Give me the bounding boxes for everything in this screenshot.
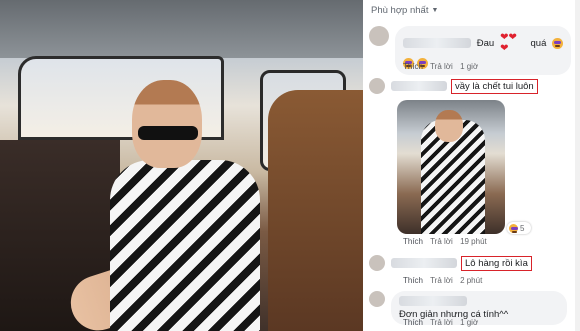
striped-outfit bbox=[110, 160, 260, 331]
timestamp[interactable]: 2 phút bbox=[460, 276, 482, 285]
blurred-name[interactable] bbox=[403, 38, 471, 48]
scrollbar[interactable] bbox=[575, 0, 580, 331]
heart-emojis: ❤❤❤ bbox=[500, 32, 517, 54]
person bbox=[63, 80, 260, 331]
car-seat bbox=[268, 90, 363, 331]
comment-2: vầy là chết tui luôn bbox=[369, 78, 538, 94]
timestamp[interactable]: 1 giờ bbox=[460, 318, 478, 327]
comments-panel: Phù hợp nhất ▼ Đau ❤❤❤ quá Thích Trả lời… bbox=[363, 0, 580, 331]
comment-actions: Thích Trả lời 1 giờ bbox=[403, 62, 483, 71]
sort-dropdown[interactable]: Phù hợp nhất ▼ bbox=[371, 5, 438, 16]
reply-link[interactable]: Trả lời bbox=[430, 62, 453, 71]
like-link[interactable]: Thích bbox=[403, 318, 423, 327]
comment-3: Lô hàng rồi kìa bbox=[369, 255, 532, 271]
reply-link[interactable]: Trả lời bbox=[430, 276, 453, 285]
comment-actions: Thích Trả lời 2 phút bbox=[403, 276, 487, 285]
photo-head bbox=[435, 110, 463, 142]
timestamp[interactable]: 19 phút bbox=[460, 237, 487, 246]
comment-text-suffix: quá bbox=[530, 37, 547, 49]
head bbox=[132, 80, 202, 168]
reply-link[interactable]: Trả lời bbox=[430, 318, 453, 327]
car-roof bbox=[0, 0, 363, 58]
timestamp[interactable]: 1 giờ bbox=[460, 62, 478, 71]
reaction-count: 5 bbox=[520, 223, 525, 233]
comment-text: Đau bbox=[476, 37, 495, 49]
avatar[interactable] bbox=[369, 26, 389, 46]
post-photo[interactable] bbox=[0, 0, 363, 331]
blurred-name[interactable] bbox=[399, 296, 467, 307]
avatar[interactable] bbox=[369, 78, 385, 94]
chevron-down-icon: ▼ bbox=[431, 7, 439, 14]
comment-photo[interactable] bbox=[397, 100, 505, 234]
star-eyes-emoji-icon bbox=[552, 37, 563, 49]
avatar[interactable] bbox=[369, 291, 385, 307]
like-link[interactable]: Thích bbox=[403, 62, 423, 71]
reply-link[interactable]: Trả lời bbox=[430, 237, 453, 246]
blurred-name[interactable] bbox=[391, 258, 457, 268]
wow-emoji-icon bbox=[509, 223, 518, 233]
comment-text-highlighted: Lô hàng rồi kìa bbox=[461, 255, 532, 271]
avatar[interactable] bbox=[369, 255, 385, 271]
like-link[interactable]: Thích bbox=[403, 237, 423, 246]
like-link[interactable]: Thích bbox=[403, 276, 423, 285]
comment-actions: Thích Trả lời 1 giờ bbox=[403, 318, 483, 327]
comment-actions: Thích Trả lời 19 phút bbox=[403, 237, 492, 246]
comment-text-highlighted: vầy là chết tui luôn bbox=[451, 78, 538, 94]
blurred-name[interactable] bbox=[391, 81, 447, 91]
sort-label: Phù hợp nhất bbox=[371, 5, 429, 16]
reaction-summary[interactable]: 5 bbox=[507, 222, 531, 234]
sunglasses bbox=[138, 126, 198, 140]
